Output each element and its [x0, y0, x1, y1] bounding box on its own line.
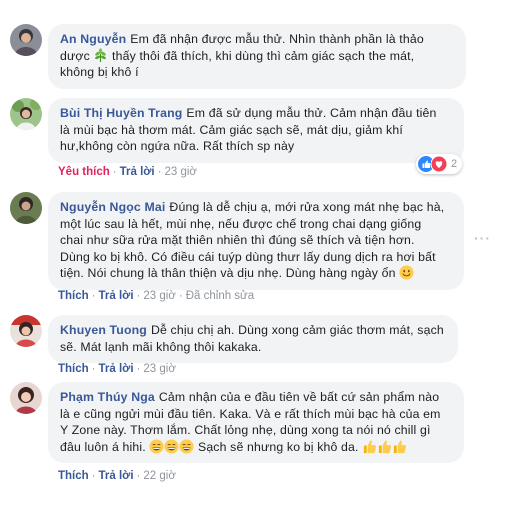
reply-button[interactable]: Trả lời — [99, 470, 134, 482]
grinning-emoji — [179, 438, 194, 454]
timestamp[interactable]: 22 giờ — [143, 470, 175, 482]
comment-bubble: Nguyễn Ngọc Mai Đúng là dễ chịu ạ, mới rử… — [48, 192, 464, 290]
comment-actions: Thích · Trả lời · 22 giờ — [58, 470, 176, 482]
timestamp[interactable]: 23 giờ — [164, 166, 196, 178]
comment-actions: Yêu thích · Trả lời · 23 giờ — [58, 166, 197, 178]
comment-text: tiện. Nói chung là thân thiện và dịu nhẹ… — [60, 266, 396, 280]
comment-text: là e cũng ngửi mùi đầu tiên. Kaka. Và e … — [60, 406, 441, 421]
comment-nguyen-ngoc-mai: Nguyễn Ngọc Mai Đúng là dễ chịu ạ, mới rử… — [0, 190, 516, 310]
comment-actions: Thích · Trả lời · 23 giờ · Đã chỉnh sửa — [58, 290, 255, 302]
comment-text: một lúc sau là hết, mùi nhẹ, nếu được ch… — [60, 216, 422, 231]
avatar[interactable] — [10, 315, 42, 347]
comment-text: Sạch sẽ nhưng ko bị khô da. — [197, 439, 359, 454]
like-button[interactable]: Thích — [58, 363, 89, 375]
commenter-name[interactable]: Khuyen Tuong — [60, 323, 147, 337]
reply-button[interactable]: Trả lời — [99, 363, 134, 375]
smiling-emoji — [399, 265, 414, 280]
comment-text: Cảm nhận của e đầu tiên về bất cứ sản ph… — [158, 390, 440, 404]
reaction-count: 2 — [451, 158, 458, 170]
herb-emoji — [93, 47, 108, 63]
comment-text: Dễ chịu chị ah. Dùng xong cảm giác thơm … — [150, 323, 444, 337]
comment-text: Y Zone này. Thơm lắm. Chất lỏng nhẹ, dùn… — [60, 423, 431, 437]
commenter-name[interactable]: Phạm Thúy Nga — [60, 390, 155, 404]
reply-button[interactable]: Trả lời — [120, 166, 155, 178]
comment-text: Đúng là dễ chịu ạ, mới rửa xong mát nhẹ … — [169, 200, 445, 214]
timestamp[interactable]: 23 giờ — [143, 363, 175, 375]
comment-text: Dùng ko bị khô. Có điều cái tuýp dùng th… — [60, 249, 436, 264]
commenter-name[interactable]: Nguyễn Ngọc Mai — [60, 200, 165, 214]
edited-label[interactable]: Đã chỉnh sửa — [186, 290, 254, 302]
comment-bubble: Bùi Thị Huyền Trang Em đã sử dụng mẫu thử… — [48, 98, 464, 163]
comment-khuyen-tuong: Khuyen Tuong Dễ chịu chị ah. Dùng xong cả… — [0, 312, 516, 382]
like-button[interactable]: Yêu thích — [58, 166, 110, 178]
like-button[interactable]: Thích — [58, 290, 89, 302]
comment-text: thấy thôi đã thích, khi dùng thì cảm giá… — [112, 48, 415, 63]
love-reaction-icon — [430, 155, 448, 173]
avatar[interactable] — [10, 192, 42, 224]
comment-text: không bị khô í — [60, 65, 139, 79]
like-button[interactable]: Thích — [58, 470, 89, 482]
avatar[interactable] — [10, 98, 42, 130]
thumbs-up-emoji — [362, 439, 377, 454]
comment-bubble: Khuyen Tuong Dễ chịu chị ah. Dùng xong cả… — [48, 315, 458, 363]
comment-pham-thuy-nga: Phạm Thúy Nga Cảm nhận của e đầu tiên về … — [0, 382, 516, 516]
comment-text: Em đã sử dụng mẫu thử. Cảm nhận đầu tiên — [186, 106, 437, 120]
comment-an-nguyen: An Nguyễn Em đã nhận được mẫu thử. Nhìn t… — [0, 0, 516, 90]
commenter-name[interactable]: An Nguyễn — [60, 32, 126, 46]
comment-actions: Thích · Trả lời · 23 giờ — [58, 363, 176, 375]
thumbs-up-emoji — [392, 439, 407, 454]
grinning-emoji — [164, 438, 179, 454]
comment-text: sẽ. Mát lạnh mãi không thôi kakaka. — [60, 339, 262, 354]
comment-text: Em đã nhận được mẫu thử. Nhìn thành phần… — [130, 32, 424, 46]
avatar[interactable] — [10, 24, 42, 56]
comment-bubble: Phạm Thúy Nga Cảm nhận của e đầu tiên về … — [48, 382, 464, 463]
comment-bubble: An Nguyễn Em đã nhận được mẫu thử. Nhìn t… — [48, 24, 466, 89]
comment-bui-thi-huyen-trang: Bùi Thị Huyền Trang Em đã sử dụng mẫu thử… — [0, 90, 516, 190]
timestamp[interactable]: 23 giờ — [143, 290, 175, 302]
thumbs-up-emoji — [377, 439, 392, 454]
comment-text: dược — [60, 48, 90, 63]
grinning-emoji — [149, 438, 164, 454]
reply-button[interactable]: Trả lời — [99, 290, 134, 302]
avatar[interactable] — [10, 382, 42, 414]
commenter-name[interactable]: Bùi Thị Huyền Trang — [60, 106, 182, 120]
reaction-summary[interactable]: 2 — [416, 154, 463, 174]
comment-text: đâu luôn á hihi. — [60, 439, 146, 454]
comment-text: là mùi bạc hà thơm mát. Cảm giác sạch sẽ… — [60, 122, 403, 137]
comment-text: chai như sữa rửa mặt thiên nhiên thì đún… — [60, 233, 415, 247]
comment-text: hư,không còn ngứa nữa. Rất thích sp này — [60, 139, 295, 153]
more-options-icon[interactable]: ··· — [474, 230, 491, 246]
